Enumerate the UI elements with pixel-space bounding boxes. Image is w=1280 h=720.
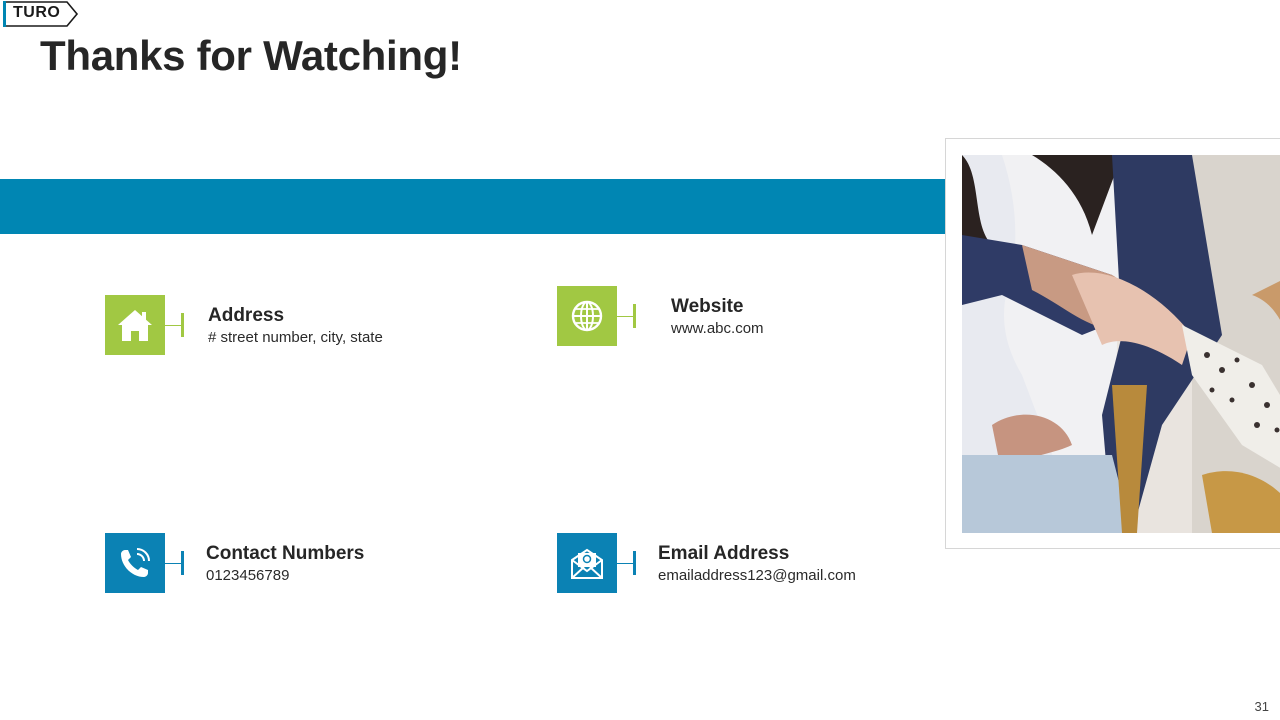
phone-icon <box>105 533 165 593</box>
website-label: Website <box>671 296 744 317</box>
accent-band <box>0 179 946 234</box>
tick-mark <box>633 304 636 328</box>
tick-mark <box>181 313 184 337</box>
turo-logo: TURO <box>3 1 79 27</box>
page-title: Thanks for Watching! <box>40 32 462 79</box>
address-value: # street number, city, state <box>208 329 383 346</box>
email-label: Email Address <box>658 543 790 564</box>
phone-value: 0123456789 <box>206 567 290 584</box>
handshake-photo <box>962 155 1280 533</box>
home-icon <box>105 295 165 355</box>
page-number: 31 <box>1254 699 1269 714</box>
logo-text: TURO <box>13 4 61 21</box>
tick-mark <box>633 551 636 575</box>
phone-label: Contact Numbers <box>206 543 365 564</box>
tick-mark <box>181 551 184 575</box>
photo-frame <box>945 138 1280 549</box>
email-value: emailaddress123@gmail.com <box>658 567 856 584</box>
address-label: Address <box>208 305 285 326</box>
globe-icon <box>557 286 617 346</box>
website-value: www.abc.com <box>671 320 764 337</box>
email-icon <box>557 533 617 593</box>
